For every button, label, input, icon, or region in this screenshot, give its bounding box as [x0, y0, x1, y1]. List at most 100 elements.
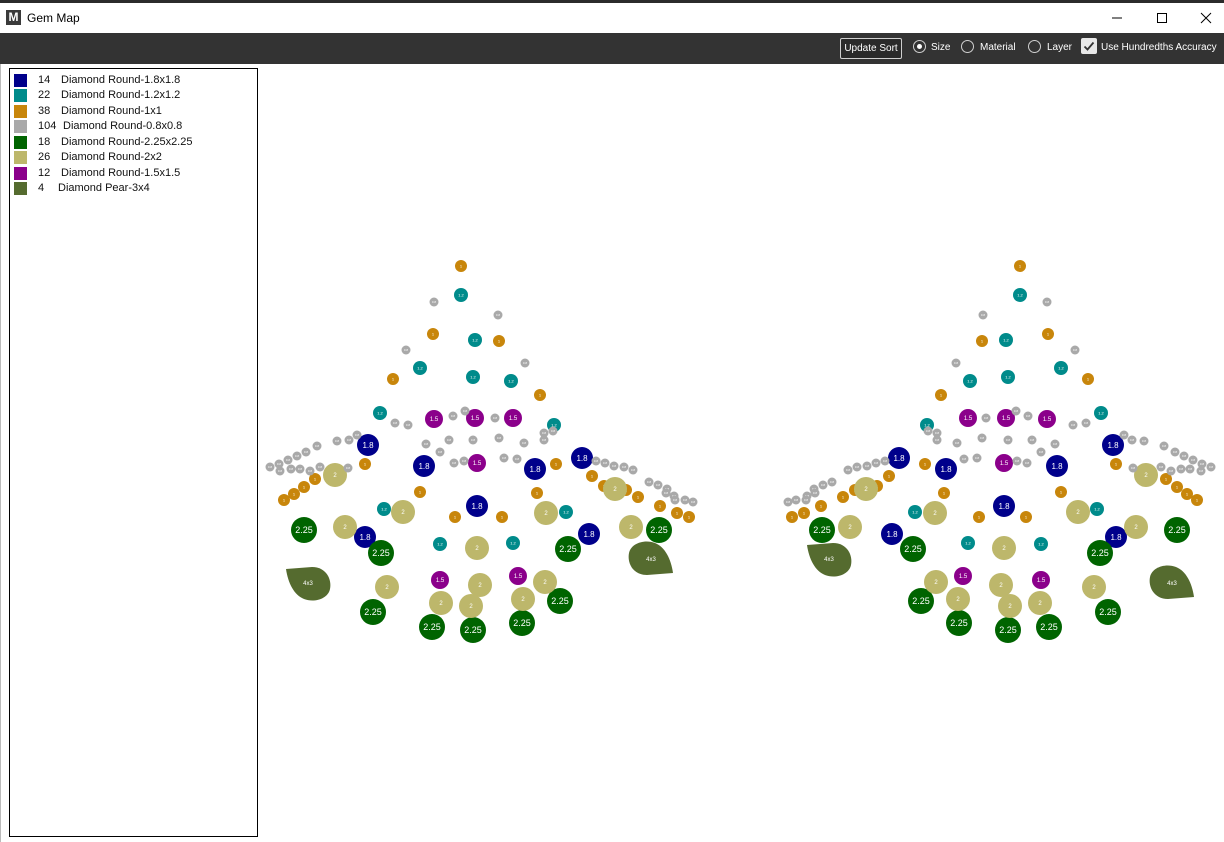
gem-d08[interactable]: 0.8	[880, 456, 890, 466]
gem-d1[interactable]: 1	[1082, 373, 1094, 385]
gem-d08[interactable]: 0.8	[1127, 435, 1137, 445]
gem-d1[interactable]: 1	[1020, 511, 1032, 523]
gem-d18[interactable]: 1.8	[888, 447, 910, 469]
gem-d08[interactable]: 0.8	[305, 466, 315, 476]
gem-d225[interactable]: 2.25	[995, 617, 1021, 643]
gem-d08[interactable]: 0.8	[1027, 435, 1037, 445]
gem-d12[interactable]: 1.2	[1054, 361, 1068, 375]
gem-map-canvas[interactable]: 1.8 1.8 1.8 1.8 1.8 1.8 1.8 1.2 1.2 1.2 1.2 1.2 1.2 1…	[262, 66, 1224, 840]
gem-d08[interactable]: 0.8	[286, 464, 296, 474]
gem-d08[interactable]: 0.8	[1176, 464, 1186, 474]
gem-d08[interactable]: 0.8	[512, 454, 522, 464]
gem-d1[interactable]: 1	[654, 500, 666, 512]
gem-d18[interactable]: 1.8	[993, 495, 1015, 517]
gem-d2[interactable]: 2	[1134, 463, 1158, 487]
gem-d1[interactable]: 1	[1191, 494, 1203, 506]
gem-d1[interactable]: 1	[973, 511, 985, 523]
gem-d08[interactable]: 0.8	[315, 462, 325, 472]
gem-d08[interactable]: 0.8	[670, 495, 680, 505]
gem-d08[interactable]: 0.8	[680, 495, 690, 505]
gem-d08[interactable]: 0.8	[923, 426, 933, 436]
maximize-button[interactable]	[1139, 3, 1184, 33]
gem-d08[interactable]: 0.8	[843, 465, 853, 475]
gem-d2[interactable]: 2	[998, 594, 1022, 618]
gem-d1[interactable]: 1	[976, 335, 988, 347]
gem-d08[interactable]: 0.8	[801, 495, 811, 505]
gem-pear[interactable]: 4x3	[286, 567, 331, 601]
gem-d1[interactable]: 1	[359, 458, 371, 470]
gem-d1[interactable]: 1	[387, 373, 399, 385]
gem-d08[interactable]: 0.8	[644, 477, 654, 487]
gem-d2[interactable]: 2	[323, 463, 347, 487]
gem-d08[interactable]: 0.8	[421, 439, 431, 449]
gem-d08[interactable]: 0.8	[1081, 418, 1091, 428]
gem-d08[interactable]: 0.8	[1050, 439, 1060, 449]
gem-d15[interactable]: 1.5	[431, 571, 449, 589]
gem-d08[interactable]: 0.8	[494, 433, 504, 443]
gem-d08[interactable]: 0.8	[1188, 455, 1198, 465]
gem-d2[interactable]: 2	[459, 594, 483, 618]
gem-pear[interactable]: 4x3	[1149, 565, 1194, 599]
gem-d08[interactable]: 0.8	[951, 358, 961, 368]
gem-d225[interactable]: 2.25	[946, 610, 972, 636]
gem-d1[interactable]: 1	[455, 260, 467, 272]
gem-d08[interactable]: 0.8	[295, 464, 305, 474]
gem-d2[interactable]: 2	[838, 515, 862, 539]
gem-d12[interactable]: 1.2	[908, 505, 922, 519]
gem-d1[interactable]: 1	[493, 335, 505, 347]
gem-d2[interactable]: 2	[854, 477, 878, 501]
gem-d08[interactable]: 0.8	[978, 310, 988, 320]
gem-d08[interactable]: 0.8	[401, 345, 411, 355]
gem-d1[interactable]: 1	[919, 458, 931, 470]
gem-d08[interactable]: 0.8	[519, 438, 529, 448]
gem-d2[interactable]: 2	[1028, 591, 1052, 615]
gem-d08[interactable]: 0.8	[490, 413, 500, 423]
gem-d1[interactable]: 1	[534, 389, 546, 401]
gem-d08[interactable]: 0.8	[1042, 297, 1052, 307]
gem-pear[interactable]: 4x3	[628, 541, 673, 575]
gem-d12[interactable]: 1.2	[433, 537, 447, 551]
gem-d15[interactable]: 1.5	[468, 454, 486, 472]
gem-d12[interactable]: 1.2	[506, 536, 520, 550]
gem-d18[interactable]: 1.8	[881, 523, 903, 545]
gem-d1[interactable]: 1	[1110, 458, 1122, 470]
gem-d08[interactable]: 0.8	[499, 453, 509, 463]
sort-size-radio[interactable]	[913, 40, 926, 53]
gem-d12[interactable]: 1.2	[373, 406, 387, 420]
gem-d08[interactable]: 0.8	[977, 433, 987, 443]
gem-d1[interactable]: 1	[414, 486, 426, 498]
minimize-button[interactable]	[1094, 3, 1139, 33]
gem-d08[interactable]: 0.8	[653, 480, 663, 490]
gem-d08[interactable]: 0.8	[312, 441, 322, 451]
gem-d15[interactable]: 1.5	[1032, 571, 1050, 589]
gem-d18[interactable]: 1.8	[571, 447, 593, 469]
gem-d1[interactable]: 1	[837, 491, 849, 503]
gem-d08[interactable]: 0.8	[1119, 430, 1129, 440]
gem-d12[interactable]: 1.2	[504, 374, 518, 388]
gem-d08[interactable]: 0.8	[459, 456, 469, 466]
gem-d225[interactable]: 2.25	[360, 599, 386, 625]
gem-d2[interactable]: 2	[923, 501, 947, 525]
gem-d12[interactable]: 1.2	[559, 505, 573, 519]
sort-material-radio[interactable]	[961, 40, 974, 53]
gem-d08[interactable]: 0.8	[468, 435, 478, 445]
gem-d1[interactable]: 1	[1171, 481, 1183, 493]
gem-d08[interactable]: 0.8	[1196, 466, 1206, 476]
gem-d12[interactable]: 1.2	[1001, 370, 1015, 384]
gem-d08[interactable]: 0.8	[344, 435, 354, 445]
gem-d08[interactable]: 0.8	[981, 413, 991, 423]
gem-d12[interactable]: 1.2	[1013, 288, 1027, 302]
gem-d08[interactable]: 0.8	[275, 466, 285, 476]
gem-d08[interactable]: 0.8	[783, 497, 793, 507]
use-hundredths-checkbox[interactable]	[1081, 38, 1097, 54]
gem-d12[interactable]: 1.2	[961, 536, 975, 550]
gem-d08[interactable]: 0.8	[444, 435, 454, 445]
gem-d225[interactable]: 2.25	[646, 517, 672, 543]
gem-d08[interactable]: 0.8	[435, 447, 445, 457]
gem-d225[interactable]: 2.25	[900, 536, 926, 562]
gem-d1[interactable]: 1	[798, 507, 810, 519]
gem-d08[interactable]: 0.8	[1003, 435, 1013, 445]
gem-d08[interactable]: 0.8	[791, 495, 801, 505]
gem-d1[interactable]: 1	[586, 470, 598, 482]
gem-d08[interactable]: 0.8	[591, 456, 601, 466]
